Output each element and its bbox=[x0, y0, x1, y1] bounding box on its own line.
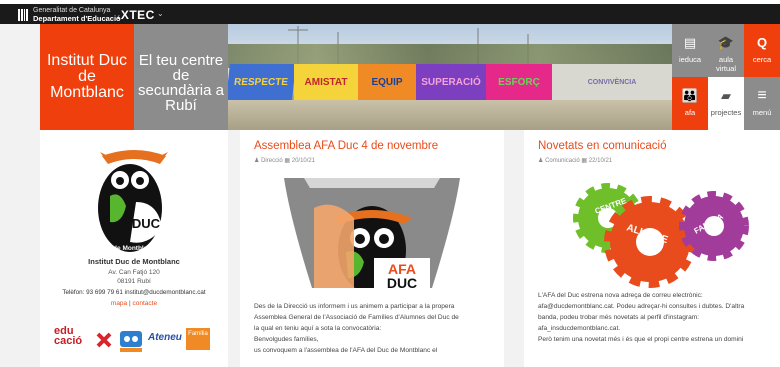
institute-title-line: de bbox=[78, 68, 96, 85]
tagline-line: El teu centre de bbox=[138, 52, 224, 84]
edu-logo-icon[interactable] bbox=[118, 327, 144, 353]
calendar-icon: ▦ bbox=[284, 158, 291, 164]
mural-word: ESFORÇ bbox=[498, 76, 540, 88]
mural-panel: CONVIVÈNCIA bbox=[552, 64, 672, 100]
tile-aula-virtual[interactable]: 🎓 aula virtual bbox=[708, 24, 744, 77]
post-text-line: us convoquem a l'assemblea de l'AFA del … bbox=[254, 347, 438, 354]
tile-label: projectes bbox=[710, 108, 742, 117]
department-name: Departament d'Educació bbox=[33, 14, 121, 23]
post-image[interactable]: CENTRE ALUMNE FAMÍLIA bbox=[538, 178, 774, 288]
owl-logo-icon[interactable]: DUC de Montblanc bbox=[96, 146, 172, 256]
mural-word: SUPERACIÓ bbox=[421, 76, 481, 88]
ieduca-icon: ▤ bbox=[683, 35, 697, 50]
tile-afa[interactable]: 👪 afa bbox=[672, 77, 708, 130]
contact-line: Telèfon: 93 699 79 61 institut@ducdemont… bbox=[62, 289, 206, 296]
mural-panel: AMISTAT bbox=[294, 64, 358, 100]
mural-panel: EQUIP bbox=[358, 64, 416, 100]
tagline-line: secundària a bbox=[138, 82, 224, 99]
tile-label: ieduca bbox=[678, 55, 702, 64]
address-city: 08191 Rubí bbox=[117, 278, 151, 285]
logo-duc-text: DUC bbox=[132, 216, 161, 231]
generalitat-logo-icon[interactable] bbox=[18, 9, 28, 21]
logo-montblanc-text: de Montblanc bbox=[113, 245, 155, 252]
user-icon: ♟ bbox=[538, 158, 544, 164]
tile-label: afa bbox=[684, 108, 696, 117]
post-card: Novetats en comunicació ♟ Comunicació ▦ … bbox=[524, 130, 780, 367]
mural-word: AMISTAT bbox=[304, 76, 348, 88]
tile-menu[interactable]: ≡ menú bbox=[744, 77, 780, 130]
post-meta: ♟ Direcció ▦ 20/10/21 bbox=[254, 157, 315, 164]
post-date: 20/10/21 bbox=[291, 158, 316, 164]
ground bbox=[228, 100, 672, 130]
graduation-cap-icon: 🎓 bbox=[717, 35, 735, 50]
folder-icon: ▰ bbox=[721, 88, 731, 103]
familia-logo[interactable]: Família bbox=[186, 328, 210, 350]
ateneu-logo[interactable]: Ateneu bbox=[148, 332, 182, 343]
family-icon: 👪 bbox=[681, 88, 699, 103]
user-icon: ♟ bbox=[254, 158, 260, 164]
mural-word: CONVIVÈNCIA bbox=[587, 78, 637, 86]
tile-label: menú bbox=[752, 108, 772, 117]
post-text-line: Benvolgudes famílies, bbox=[254, 336, 319, 343]
tagline-line: Rubí bbox=[165, 97, 197, 114]
institute-title-line: Montblanc bbox=[50, 84, 124, 101]
mural-panel: SUPERACIÓ bbox=[416, 64, 486, 100]
sidebar-links: mapa | contacte bbox=[40, 299, 228, 308]
map-link[interactable]: mapa bbox=[111, 300, 127, 307]
post-author[interactable]: Comunicació bbox=[545, 158, 580, 164]
menu-icon: ≡ bbox=[757, 87, 767, 104]
post-text-line: afa_insducdemontblanc.cat. bbox=[538, 325, 621, 332]
top-edge bbox=[0, 0, 780, 4]
tile-label: cerca bbox=[752, 55, 772, 64]
painted-wall: RESPECTE AMISTAT EQUIP SUPERACIÓ ESFORÇ … bbox=[228, 64, 672, 100]
duc-text: DUC bbox=[387, 275, 417, 288]
mural-panel: ESFORÇ bbox=[486, 64, 552, 100]
post-text-line: la qual en teniu aquí a sota la convocat… bbox=[254, 325, 382, 332]
post-card: Assemblea AFA Duc 4 de novembre ♟ Direcc… bbox=[240, 130, 504, 367]
afa-logo-image: AFA DUC bbox=[254, 178, 490, 288]
contact-link[interactable]: contacte bbox=[133, 300, 158, 307]
educacio-logo[interactable]: edu cació bbox=[54, 326, 94, 347]
institute-title-box[interactable]: Institut Duc de Montblanc bbox=[40, 24, 134, 130]
quick-access-tiles: ▤ ieduca 🎓 aula virtual Q cerca 👪 afa ▰ … bbox=[672, 24, 780, 130]
generalitat-link[interactable]: Generalitat de Catalunya Departament d'E… bbox=[33, 7, 121, 23]
mural-photo: RESPECTE AMISTAT EQUIP SUPERACIÓ ESFORÇ … bbox=[228, 24, 672, 130]
gears-image: CENTRE ALUMNE FAMÍLIA bbox=[538, 178, 774, 288]
tile-projectes[interactable]: ▰ projectes bbox=[708, 77, 744, 130]
post-date: 22/10/21 bbox=[588, 158, 613, 164]
post-title[interactable]: Novetats en comunicació bbox=[538, 140, 666, 152]
tile-cerca[interactable]: Q cerca bbox=[744, 24, 780, 77]
tagline-box: El teu centre de secundària a Rubí bbox=[134, 24, 228, 130]
mural-word: EQUIP bbox=[371, 76, 403, 88]
post-title[interactable]: Assemblea AFA Duc 4 de novembre bbox=[254, 140, 438, 152]
sidebar: DUC de Montblanc Institut Duc de Montbla… bbox=[40, 130, 228, 367]
chevron-down-icon[interactable]: ⌄ bbox=[157, 9, 164, 18]
institute-name: Institut Duc de Montblanc bbox=[88, 257, 180, 266]
post-text-line: Assemblea General de l'Associació de Fam… bbox=[254, 314, 459, 321]
hero-banner: Institut Duc de Montblanc El teu centre … bbox=[0, 24, 780, 130]
post-meta: ♟ Comunicació ▦ 22/10/21 bbox=[538, 157, 612, 164]
xtec-logo[interactable]: .XTEC bbox=[117, 8, 155, 22]
post-text-line: banda, podeu trobar més novetats al perf… bbox=[538, 314, 700, 321]
post-text-line: L'AFA del Duc estrena nova adreça de cor… bbox=[538, 292, 703, 299]
mural-word: RESPECTE bbox=[233, 76, 289, 88]
cross-logo-icon[interactable] bbox=[96, 332, 112, 348]
mural-panel: RESPECTE bbox=[228, 64, 296, 100]
address-line: Av. Can Fatjó 120 bbox=[108, 269, 160, 276]
post-text-line: afa@ducdemontblanc.cat. Podeu adreçar-hi… bbox=[538, 303, 745, 310]
post-author[interactable]: Direcció bbox=[261, 158, 283, 164]
top-bar: Generalitat de Catalunya Departament d'E… bbox=[0, 0, 780, 24]
tile-ieduca[interactable]: ▤ ieduca bbox=[672, 24, 708, 77]
post-text-line: Des de la Direcció us informem i us anim… bbox=[254, 303, 455, 310]
partner-logos: edu cació Ateneu Família bbox=[54, 326, 228, 356]
tile-label: aula virtual bbox=[715, 55, 736, 73]
post-text-line: Però tenim una novetat més i és que el p… bbox=[538, 336, 744, 343]
search-icon: Q bbox=[756, 35, 768, 50]
institute-title-line: Institut Duc bbox=[46, 52, 128, 69]
calendar-icon: ▦ bbox=[581, 158, 588, 164]
link-separator: | bbox=[128, 300, 131, 307]
post-image[interactable]: AFA DUC bbox=[254, 178, 490, 288]
